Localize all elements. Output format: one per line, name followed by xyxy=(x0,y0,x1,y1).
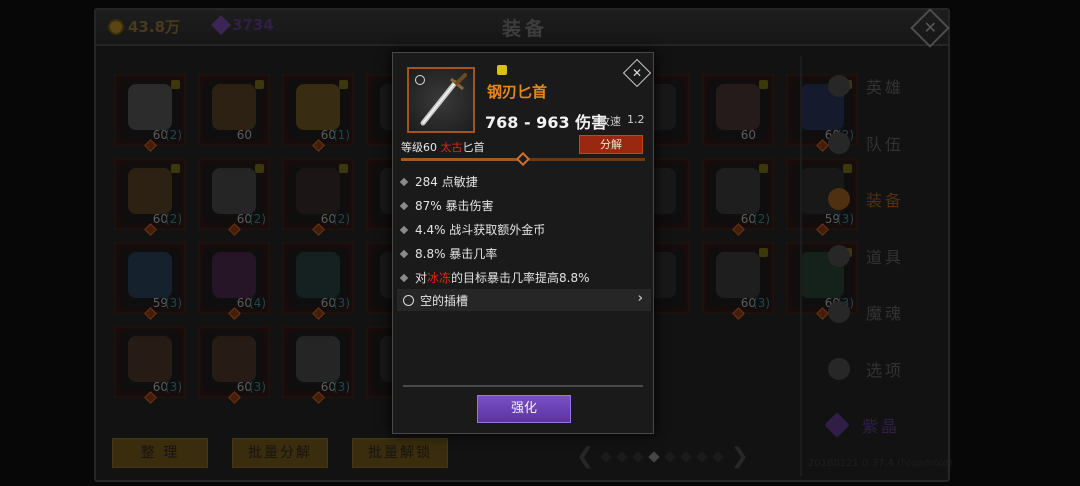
divider xyxy=(403,385,643,387)
dagger-icon xyxy=(420,73,467,126)
stat-text: 4.4% 战斗获取额外金币 xyxy=(415,223,546,237)
lock-icon[interactable] xyxy=(497,65,507,75)
item-type: 匕首 xyxy=(462,141,485,154)
item-level: 等级60 xyxy=(401,141,441,154)
stat-line: 8.8% 暴击几率 xyxy=(399,245,498,262)
empty-socket-row[interactable]: 空的插槽 › xyxy=(397,289,651,311)
stat-line: 284 点敏捷 xyxy=(399,173,478,190)
item-detail-popup: 钢刃匕首 768 - 963 伤害 攻速 1.2 ✕ 等级60 太古匕首 分解 … xyxy=(392,52,654,434)
stat-line: 4.4% 战斗获取额外金币 xyxy=(399,221,546,238)
stat-text: 284 点敏捷 xyxy=(415,175,478,189)
stat-text: 87% 暴击伤害 xyxy=(415,199,494,213)
item-level-line: 等级60 太古匕首 xyxy=(401,139,485,155)
item-name: 钢刃匕首 xyxy=(487,83,548,101)
item-icon xyxy=(407,67,475,133)
special-post: 的目标暴击几率提高8.8% xyxy=(451,271,590,285)
item-quality: 太古 xyxy=(440,141,463,154)
bullet-diamond-icon xyxy=(399,225,409,234)
attack-speed-value: 1.2 xyxy=(627,113,645,126)
special-pre: 对 xyxy=(415,271,428,285)
chevron-right-icon: › xyxy=(637,291,643,306)
upgrade-progress-bar xyxy=(401,151,645,167)
stat-line: 87% 暴击伤害 xyxy=(399,197,494,214)
socket-label: 空的插槽 xyxy=(420,293,469,308)
dismantle-button[interactable]: 分解 xyxy=(579,135,643,154)
stat-text: 8.8% 暴击几率 xyxy=(415,247,498,261)
bullet-diamond-icon xyxy=(399,177,409,186)
item-damage: 768 - 963 伤害 xyxy=(485,113,608,132)
enhance-button[interactable]: 强化 xyxy=(477,395,571,423)
special-stat-text: 对冰冻的目标暴击几率提高8.8% xyxy=(415,269,590,286)
bullet-diamond-icon xyxy=(399,201,409,210)
attack-speed-label: 攻速 xyxy=(599,115,621,128)
empty-socket-icon xyxy=(403,294,414,306)
progress-knob-icon xyxy=(515,151,531,167)
bullet-diamond-icon xyxy=(399,249,409,258)
progress-fill xyxy=(401,158,523,161)
bullet-diamond-icon xyxy=(399,273,409,282)
special-highlight: 冰冻 xyxy=(427,271,452,285)
special-stat-line: 对冰冻的目标暴击几率提高8.8% xyxy=(399,269,590,286)
close-icon: ✕ xyxy=(631,66,643,80)
close-popup-button[interactable]: ✕ xyxy=(622,58,652,88)
